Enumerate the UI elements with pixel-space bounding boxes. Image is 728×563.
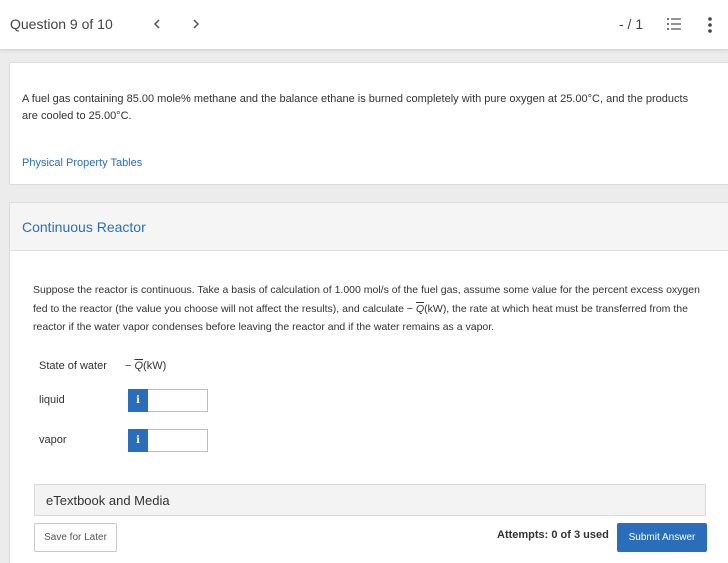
column-header-heat-rate: − Q(kW): [125, 360, 166, 372]
problem-statement: A fuel gas containing 85.00 mole% methan…: [22, 93, 689, 122]
row-label-vapor: vapor: [39, 434, 67, 446]
column-header-q-symbol: Q: [134, 360, 144, 372]
etextbook-media-button[interactable]: eTextbook and Media: [34, 484, 706, 516]
submit-answer-button[interactable]: Submit Answer: [617, 523, 707, 552]
row-label-liquid: liquid: [39, 394, 65, 406]
attempts-counter: Attempts: 0 of 3 used: [497, 529, 609, 541]
info-icon[interactable]: i: [128, 429, 148, 452]
info-icon[interactable]: i: [128, 389, 148, 412]
physical-property-tables-link[interactable]: Physical Property Tables: [22, 157, 142, 169]
continuous-reactor-card: Continuous Reactor Suppose the reactor i…: [9, 202, 728, 563]
question-prompt: Suppose the reactor is continuous. Take …: [33, 281, 709, 337]
previous-question-button[interactable]: [147, 14, 167, 34]
problem-card: A fuel gas containing 85.00 mole% methan…: [9, 62, 728, 185]
column-header-unit: (kW): [143, 360, 167, 372]
chevron-right-icon: [193, 19, 200, 29]
vapor-heat-input[interactable]: [148, 429, 208, 452]
save-for-later-button[interactable]: Save for Later: [34, 523, 117, 552]
question-counter: Question 9 of 10: [10, 16, 113, 32]
question-score: - / 1: [619, 16, 644, 32]
section-title: Continuous Reactor: [22, 219, 146, 235]
question-list-icon[interactable]: [666, 16, 682, 32]
more-options-icon[interactable]: [705, 15, 715, 35]
chevron-left-icon: [153, 19, 160, 29]
next-question-button[interactable]: [186, 14, 206, 34]
q-dot-symbol: Q: [415, 302, 425, 315]
section-header: Continuous Reactor: [10, 203, 728, 251]
column-header-state: State of water: [39, 360, 107, 372]
question-header: Question 9 of 10 - / 1: [0, 0, 728, 50]
liquid-heat-input[interactable]: [148, 389, 208, 412]
